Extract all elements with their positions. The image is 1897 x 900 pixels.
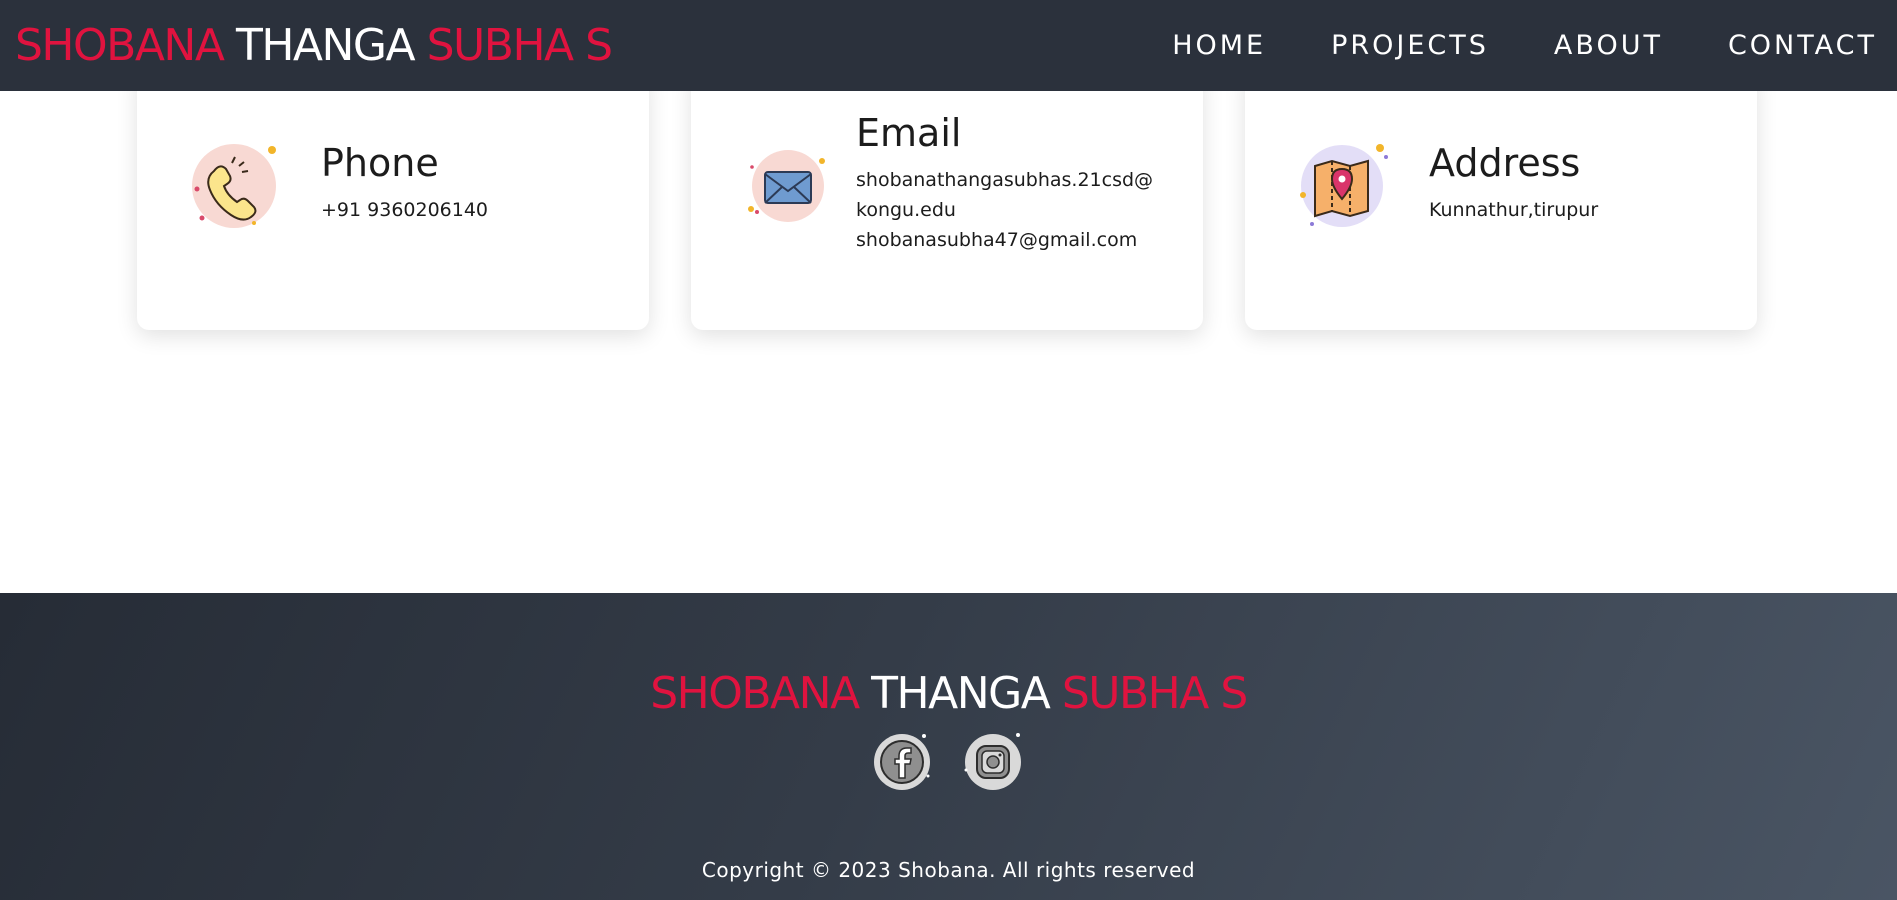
- card-title: Email: [856, 111, 962, 155]
- site-logo[interactable]: SHOBANA THANGA SUBHA S: [15, 20, 613, 71]
- nav-links: HOME PROJECTS ABOUT CONTACT: [1107, 30, 1877, 61]
- nav-link-home[interactable]: HOME: [1172, 30, 1266, 61]
- address-text: Kunnathur,tirupur: [1429, 199, 1599, 221]
- footer: SHOBANA THANGA SUBHA S Copyright © 2023 …: [0, 593, 1897, 900]
- footer-logo-last-name: SUBHA S: [1061, 668, 1248, 719]
- phone-number[interactable]: +91 9360206140: [321, 195, 488, 225]
- card-title: Address: [1429, 141, 1581, 185]
- email-address-line-2[interactable]: kongu.edu: [856, 195, 956, 225]
- logo-last-name: SUBHA S: [426, 20, 613, 71]
- footer-logo: SHOBANA THANGA SUBHA S: [0, 668, 1897, 719]
- map-pin-icon: [1300, 141, 1390, 231]
- envelope-icon: [746, 141, 836, 231]
- facebook-icon[interactable]: [872, 732, 932, 792]
- email-address-secondary[interactable]: shobanasubha47@gmail.com: [856, 225, 1137, 255]
- instagram-icon[interactable]: [963, 732, 1023, 792]
- contact-section: Phone +91 9360206140 Email shobanathanga…: [0, 71, 1897, 593]
- logo-middle-name: THANGA: [235, 20, 416, 71]
- navbar: SHOBANA THANGA SUBHA S HOME PROJECTS ABO…: [0, 0, 1897, 91]
- contact-card-email: Email shobanathangasubhas.21csd@ kongu.e…: [691, 71, 1203, 330]
- nav-link-contact[interactable]: CONTACT: [1728, 30, 1877, 61]
- copyright-text: Copyright © 2023 Shobana. All rights res…: [701, 858, 1196, 882]
- contact-card-phone: Phone +91 9360206140: [137, 71, 649, 330]
- nav-link-projects[interactable]: PROJECTS: [1331, 30, 1489, 61]
- footer-logo-middle-name: THANGA: [871, 668, 1051, 719]
- logo-first-name: SHOBANA: [15, 20, 225, 71]
- contact-card-address: Address Kunnathur,tirupur: [1245, 71, 1757, 330]
- nav-link-about[interactable]: ABOUT: [1554, 30, 1663, 61]
- email-address-line-1[interactable]: shobanathangasubhas.21csd@: [856, 165, 1153, 195]
- card-title: Phone: [321, 141, 439, 185]
- footer-logo-first-name: SHOBANA: [650, 668, 860, 719]
- phone-icon: [192, 141, 282, 231]
